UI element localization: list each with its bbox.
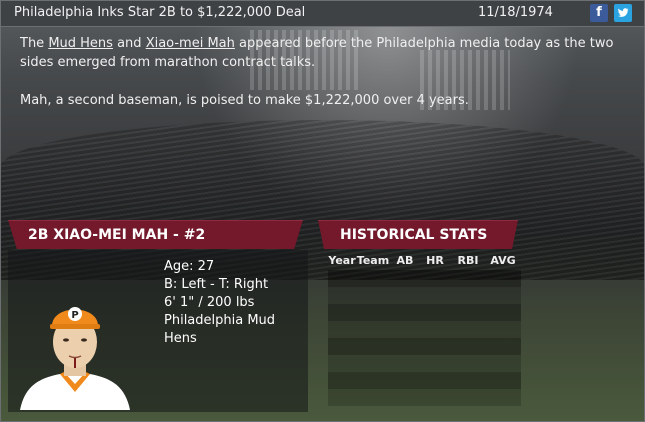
player-banner: 2B XIAO-MEI MAH - #2 [8,220,303,249]
facebook-icon[interactable]: f [590,4,608,22]
column-header-team[interactable]: Team [356,252,390,270]
historical-stats-table: Year Team AB HR RBI AVG [328,252,521,406]
player-age: Age: 27 [164,259,215,274]
headline-bar: Philadelphia Inks Star 2B to $1,222,000 … [0,0,645,27]
text-segment: and [112,36,146,51]
stats-rows [328,270,521,406]
column-header-avg[interactable]: AVG [486,252,520,270]
stats-banner: HISTORICAL STATS [318,220,518,249]
news-story: The Mud Hens and Xiao-mei Mah appeared b… [20,34,630,129]
table-row [328,338,521,355]
news-date: 11/18/1974 [478,5,553,20]
cap-letter: P [71,310,78,321]
table-row [328,270,521,287]
player-team[interactable]: Philadelphia Mud Hens [164,312,308,348]
news-headline: Philadelphia Inks Star 2B to $1,222,000 … [14,5,306,20]
column-header-ab[interactable]: AB [390,252,420,270]
player-panel: P Age: 27 B: Left - T: Right 6' 1" / 200… [8,250,308,412]
stats-banner-title: HISTORICAL STATS [340,227,488,243]
table-row [328,372,521,389]
table-row [328,389,521,406]
table-row [328,355,521,372]
story-paragraph-1: The Mud Hens and Xiao-mei Mah appeared b… [20,34,630,72]
player-bats-throws: B: Left - T: Right [164,277,269,292]
table-row [328,304,521,321]
player-banner-title: 2B XIAO-MEI MAH - #2 [28,227,206,243]
text-segment: The [20,36,49,51]
stats-header-row: Year Team AB HR RBI AVG [328,252,521,270]
player-avatar: P [20,307,130,410]
column-header-year[interactable]: Year [328,252,356,270]
player-size: 6' 1" / 200 lbs [164,295,255,310]
column-header-rbi[interactable]: RBI [450,252,486,270]
player-info: Age: 27 B: Left - T: Right 6' 1" / 200 l… [164,258,308,348]
player-link[interactable]: Xiao-mei Mah [146,36,235,51]
table-row [328,287,521,304]
story-paragraph-2: Mah, a second baseman, is poised to make… [20,93,469,108]
twitter-icon[interactable] [614,4,632,22]
column-header-hr[interactable]: HR [420,252,450,270]
table-row [328,321,521,338]
team-link[interactable]: Mud Hens [48,36,113,51]
